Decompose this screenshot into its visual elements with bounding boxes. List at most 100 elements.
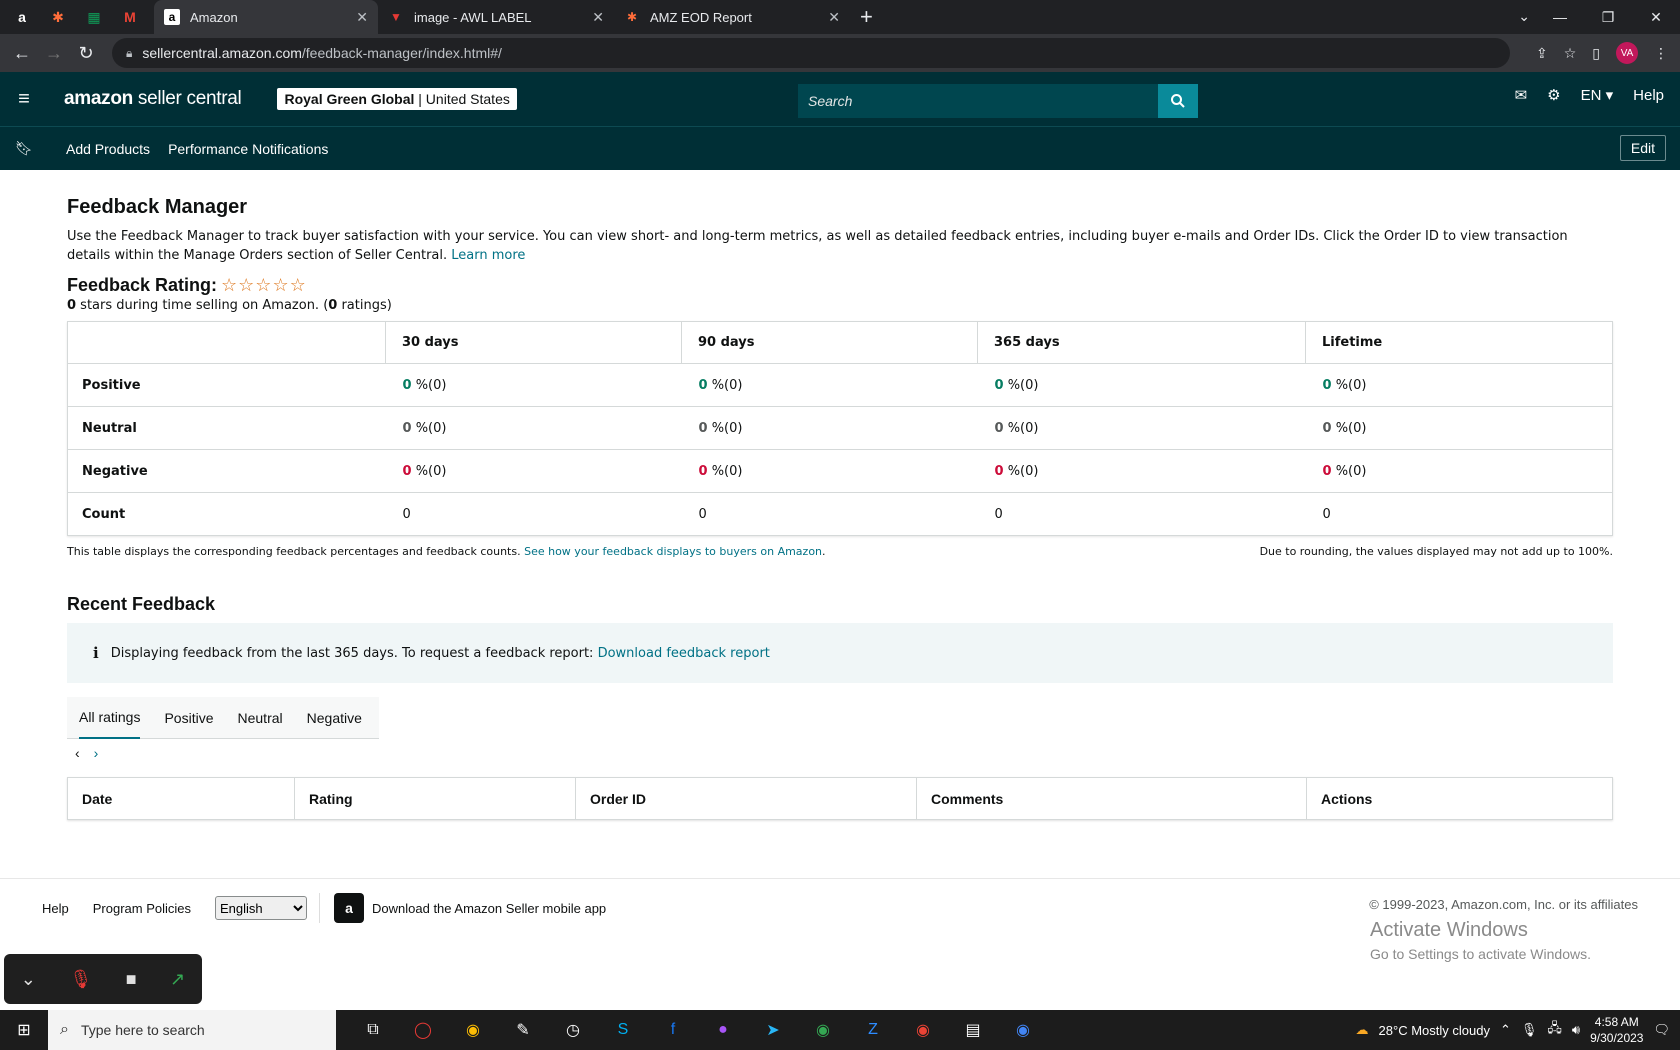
sidepanel-icon[interactable]: ▯: [1592, 45, 1600, 62]
metric-value: 0: [698, 377, 708, 393]
tab-all-ratings[interactable]: All ratings: [79, 697, 141, 739]
facebook-icon[interactable]: f: [648, 1021, 698, 1039]
tab-awl-label[interactable]: ▼ image - AWL LABEL ✕: [378, 0, 614, 34]
download-feedback-report-link[interactable]: Download feedback report: [598, 646, 770, 661]
tab-search-icon[interactable]: ⌄: [1518, 8, 1530, 25]
search-input[interactable]: [798, 84, 1158, 118]
chrome-active-icon[interactable]: ◉: [898, 1020, 948, 1040]
metric-cell: 0 %(0): [681, 449, 978, 493]
paint-icon[interactable]: ✎: [498, 1020, 548, 1040]
weather-icon[interactable]: ☁: [1356, 1022, 1369, 1038]
tab-neutral[interactable]: Neutral: [238, 697, 283, 739]
weather-text[interactable]: 28°C Mostly cloudy: [1379, 1023, 1490, 1038]
chrome-icon[interactable]: ◉: [448, 1020, 498, 1040]
minimize-icon[interactable]: —: [1536, 0, 1584, 34]
url-input[interactable]: 🔒︎ sellercentral.amazon.com /feedback-ma…: [112, 38, 1510, 68]
tab-negative[interactable]: Negative: [307, 697, 362, 739]
language-selector[interactable]: EN ▾: [1581, 86, 1614, 104]
chevron-left-icon[interactable]: ‹: [75, 745, 80, 761]
windows-start-icon[interactable]: ⊞: [0, 1020, 48, 1040]
rating-summary: 0 stars during time selling on Amazon. (…: [67, 298, 1613, 313]
search-button[interactable]: [1158, 84, 1198, 118]
notepad-icon[interactable]: ▤: [948, 1020, 998, 1040]
mic-muted-icon[interactable]: 🎙︎: [69, 969, 92, 990]
chevron-down-icon[interactable]: ⌄: [21, 969, 36, 990]
tray-chevron-icon[interactable]: ⌃: [1500, 1022, 1511, 1038]
edit-button[interactable]: Edit: [1619, 135, 1666, 161]
close-icon[interactable]: ✕: [828, 9, 840, 26]
clock[interactable]: 4:58 AM 9/30/2023: [1590, 1014, 1643, 1046]
pinned-tab-amazon[interactable]: a: [8, 3, 36, 31]
hamburger-menu-icon[interactable]: ≡: [0, 88, 48, 111]
pinned-tab-sheets[interactable]: ▦: [80, 3, 108, 31]
notification-icon[interactable]: 🗨︎: [1653, 1022, 1670, 1038]
search-icon: ⌕: [60, 1021, 69, 1038]
feedback-display-link[interactable]: See how your feedback displays to buyers…: [524, 545, 822, 558]
gear-icon[interactable]: ⚙: [1547, 86, 1560, 104]
account-switcher[interactable]: Royal Green Global | United States: [277, 88, 517, 110]
mic-icon[interactable]: 🎙︎: [1521, 1022, 1538, 1038]
learn-more-link[interactable]: Learn more: [451, 248, 525, 263]
meeting-controls: ⌄ 🎙︎ ■ ↗: [4, 954, 202, 1004]
tab-positive[interactable]: Positive: [164, 697, 213, 739]
note-link-text: See how your feedback displays to buyers…: [524, 545, 823, 558]
network-icon[interactable]: 🖧︎: [1547, 1019, 1562, 1041]
metrics-header: Lifetime: [1305, 321, 1613, 364]
download-app-link[interactable]: Download the Amazon Seller mobile app: [372, 901, 606, 916]
back-icon[interactable]: ←: [6, 43, 38, 64]
clock-app-icon[interactable]: ◷: [548, 1020, 598, 1040]
browser-tab-bar: a ✱ ▦ M a Amazon ✕ ▼ image - AWL LABEL ✕…: [0, 0, 1680, 34]
metric-cell: 0: [977, 492, 1306, 536]
metric-value: 0: [698, 463, 708, 479]
close-icon[interactable]: ✕: [592, 9, 604, 26]
logo-rest: seller central: [132, 88, 242, 109]
tab-amazon[interactable]: a Amazon ✕: [154, 0, 378, 34]
amazon-app-icon[interactable]: a: [334, 893, 365, 923]
clock-time: 4:58 AM: [1594, 1015, 1639, 1029]
star-icon[interactable]: ☆: [1564, 45, 1577, 62]
pinned-tab-zapier[interactable]: ✱: [44, 3, 72, 31]
footer-policies-link[interactable]: Program Policies: [93, 901, 191, 916]
activate-sub: Go to Settings to activate Windows.: [1370, 946, 1591, 962]
restore-icon[interactable]: ❐: [1584, 0, 1632, 34]
task-view-icon[interactable]: ⧉: [348, 1021, 398, 1039]
nav-add-products[interactable]: Add Products: [66, 141, 150, 157]
copyright: © 1999-2023, Amazon.com, Inc. or its aff…: [1369, 897, 1638, 912]
row-label: Count: [67, 492, 386, 536]
zoom-icon[interactable]: Z: [848, 1021, 898, 1039]
lock-icon[interactable]: 🔒︎: [126, 46, 132, 61]
volume-icon[interactable]: 🔊︎: [1572, 1022, 1580, 1038]
avatar[interactable]: VA: [1616, 42, 1638, 64]
metrics-header: 365 days: [977, 321, 1306, 364]
chevron-right-icon[interactable]: ›: [94, 745, 99, 761]
nav-performance-notifications[interactable]: Performance Notifications: [168, 141, 328, 157]
share-screen-icon[interactable]: ↗: [170, 969, 185, 990]
skype-icon[interactable]: S: [598, 1021, 648, 1039]
share-icon[interactable]: ⇪: [1536, 45, 1548, 62]
telegram-icon[interactable]: ➤: [748, 1020, 798, 1040]
mail-icon[interactable]: ✉: [1515, 86, 1528, 104]
new-tab-icon[interactable]: +: [860, 4, 873, 30]
forward-icon[interactable]: →: [38, 43, 70, 64]
metric-cell: 0 %(0): [385, 406, 682, 450]
messenger-icon[interactable]: ●: [698, 1021, 748, 1039]
tab-amz-eod-report[interactable]: ✱ AMZ EOD Report ✕: [614, 0, 850, 34]
opera-icon[interactable]: ◯: [398, 1020, 448, 1040]
close-window-icon[interactable]: ✕: [1632, 0, 1680, 34]
col-header: Comments: [916, 777, 1307, 820]
camera-icon[interactable]: ■: [126, 969, 137, 990]
chrome-other-icon[interactable]: ◉: [998, 1020, 1048, 1040]
menu-kebab-icon[interactable]: ⋮: [1654, 45, 1668, 62]
footer-help-link[interactable]: Help: [42, 901, 69, 916]
pinned-tab-gmail[interactable]: M: [116, 3, 144, 31]
help-link[interactable]: Help: [1633, 87, 1664, 104]
seller-central-logo[interactable]: amazon seller central: [64, 88, 242, 110]
reload-icon[interactable]: ↻: [70, 43, 102, 64]
star-rating-icon: ☆☆☆☆☆: [221, 275, 307, 295]
chrome-profile-icon[interactable]: ◉: [798, 1020, 848, 1040]
footer-language-select[interactable]: English: [215, 896, 308, 920]
metric-cell: 0 %(0): [977, 406, 1306, 450]
taskbar-search-input[interactable]: ⌕ Type here to search: [48, 1010, 336, 1050]
close-icon[interactable]: ✕: [356, 9, 368, 26]
bookmark-icon[interactable]: 🔖︎: [0, 140, 48, 157]
